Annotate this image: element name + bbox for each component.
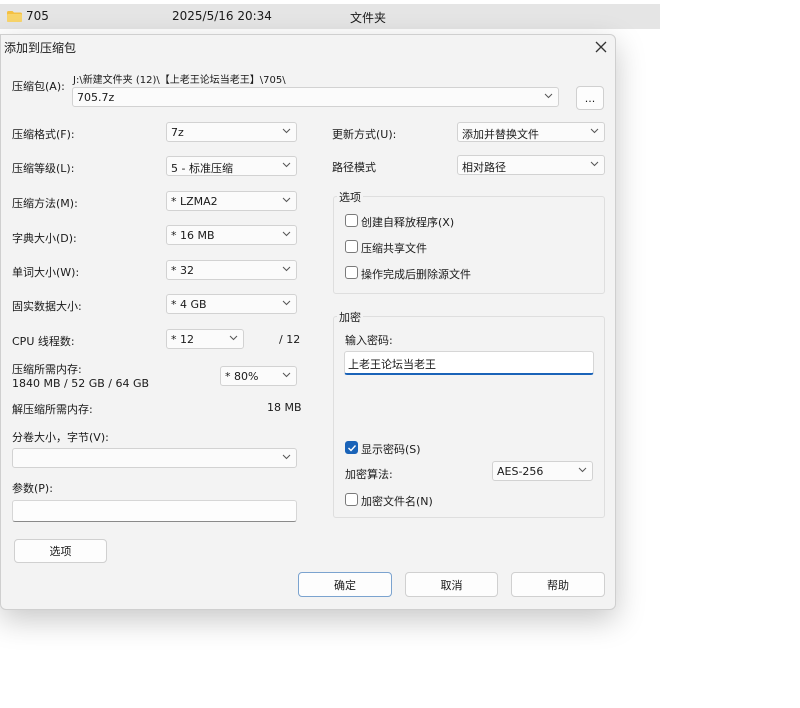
archive-label: 压缩包(A):	[12, 80, 65, 93]
mem-label: 压缩所需内存:	[12, 363, 82, 376]
chevron-down-icon	[229, 335, 238, 341]
path-label: 路径模式	[332, 161, 376, 174]
archive-name-combo[interactable]: 705.7z	[72, 87, 559, 107]
cpu-label: CPU 线程数:	[12, 335, 75, 348]
decomp-label: 解压缩所需内存:	[12, 403, 93, 416]
level-select[interactable]: 5 - 标准压缩	[166, 156, 297, 176]
shared-checkbox[interactable]	[345, 240, 358, 253]
chevron-down-icon	[282, 197, 291, 203]
format-select[interactable]: 7z	[166, 122, 297, 142]
format-value: 7z	[171, 126, 184, 139]
method-label: 压缩方法(M):	[12, 197, 78, 210]
update-select[interactable]: 添加并替换文件	[457, 122, 605, 142]
word-value: * 32	[171, 264, 194, 277]
decomp-value: 18 MB	[267, 401, 302, 414]
path-value: 相对路径	[462, 161, 506, 174]
level-label: 压缩等级(L):	[12, 162, 75, 175]
path-select[interactable]: 相对路径	[457, 155, 605, 175]
delete-checkbox[interactable]	[345, 266, 358, 279]
browse-button[interactable]: ...	[576, 86, 604, 110]
cpu-value: * 12	[171, 333, 194, 346]
encrypt-names-label: 加密文件名(N)	[361, 495, 433, 508]
delete-label: 操作完成后删除源文件	[361, 268, 471, 281]
word-label: 单词大小(W):	[12, 266, 80, 279]
encrypt-names-checkbox[interactable]	[345, 493, 358, 506]
chevron-down-icon	[590, 161, 599, 167]
file-name: 705	[26, 9, 49, 23]
update-label: 更新方式(U):	[332, 128, 397, 141]
sfx-checkbox[interactable]	[345, 214, 358, 227]
method-value: * LZMA2	[171, 195, 218, 208]
dict-value: * 16 MB	[171, 229, 215, 242]
chevron-down-icon	[282, 266, 291, 272]
dict-select[interactable]: * 16 MB	[166, 225, 297, 245]
password-value: 上老王论坛当老王	[348, 358, 436, 371]
encrypt-method-select[interactable]: AES-256	[492, 461, 593, 481]
mem-value: 1840 MB / 52 GB / 64 GB	[12, 377, 150, 390]
archive-path: J:\新建文件夹 (12)\【上老王论坛当老王】\705\	[73, 75, 286, 86]
chevron-down-icon	[282, 372, 291, 378]
file-type: 文件夹	[350, 11, 387, 25]
close-icon[interactable]	[591, 37, 611, 57]
show-password-checkbox[interactable]	[345, 441, 358, 454]
options-button[interactable]: 选项	[14, 539, 107, 563]
checkmark-icon	[348, 445, 357, 452]
explorer-file-row[interactable]: 705 2025/5/16 20:34 文件夹	[0, 4, 660, 29]
chevron-down-icon	[590, 128, 599, 134]
chevron-down-icon	[544, 93, 553, 99]
params-input[interactable]	[12, 500, 297, 522]
format-label: 压缩格式(F):	[12, 128, 75, 141]
chevron-down-icon	[282, 162, 291, 168]
ok-button[interactable]: 确定	[298, 572, 392, 597]
password-label: 输入密码:	[345, 334, 393, 347]
mem-percent-value: * 80%	[225, 370, 259, 383]
cpu-total: / 12	[279, 333, 301, 346]
solid-value: * 4 GB	[171, 298, 207, 311]
cancel-button[interactable]: 取消	[405, 572, 498, 597]
options-group-title: 选项	[337, 189, 363, 205]
archive-name-value: 705.7z	[77, 91, 115, 104]
chevron-down-icon	[282, 300, 291, 306]
params-label: 参数(P):	[12, 482, 53, 495]
solid-select[interactable]: * 4 GB	[166, 294, 297, 314]
show-password-label: 显示密码(S)	[361, 443, 421, 456]
chevron-down-icon	[282, 231, 291, 237]
sfx-label: 创建自释放程序(X)	[361, 216, 455, 229]
add-to-archive-dialog: 添加到压缩包 压缩包(A): J:\新建文件夹 (12)\【上老王论坛当老王】\…	[0, 34, 616, 610]
encrypt-group-title: 加密	[337, 309, 363, 325]
chevron-down-icon	[282, 128, 291, 134]
word-select[interactable]: * 32	[166, 260, 297, 280]
mem-percent-select[interactable]: * 80%	[220, 366, 297, 386]
dialog-title: 添加到压缩包	[4, 41, 77, 55]
cpu-select[interactable]: * 12	[166, 329, 244, 349]
encrypt-method-label: 加密算法:	[345, 468, 393, 481]
solid-label: 固实数据大小:	[12, 300, 82, 313]
help-button[interactable]: 帮助	[511, 572, 605, 597]
password-input[interactable]: 上老王论坛当老王	[344, 351, 594, 375]
chevron-down-icon	[282, 454, 291, 460]
file-date: 2025/5/16 20:34	[172, 9, 272, 23]
level-value: 5 - 标准压缩	[171, 162, 233, 175]
split-select[interactable]	[12, 448, 297, 468]
split-label: 分卷大小，字节(V):	[12, 431, 109, 444]
shared-label: 压缩共享文件	[361, 242, 427, 255]
dict-label: 字典大小(D):	[12, 232, 77, 245]
chevron-down-icon	[578, 467, 587, 473]
update-value: 添加并替换文件	[462, 128, 539, 141]
folder-icon	[7, 11, 22, 22]
encrypt-method-value: AES-256	[497, 465, 544, 478]
method-select[interactable]: * LZMA2	[166, 191, 297, 211]
